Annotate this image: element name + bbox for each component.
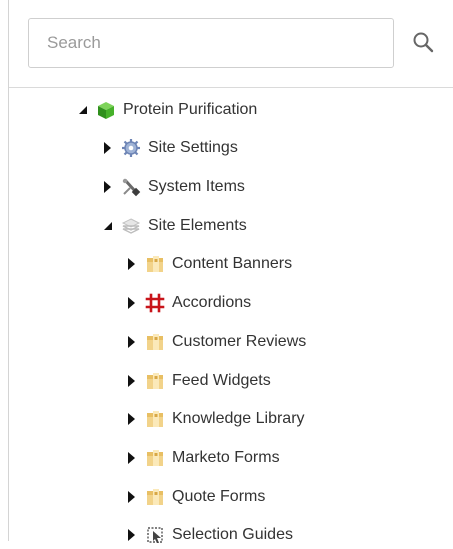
folder-icon	[147, 489, 163, 505]
tree-node-label: Customer Reviews	[172, 333, 307, 350]
tools-icon	[122, 178, 141, 197]
tree-node-label: Selection Guides	[172, 526, 293, 543]
collapse-toggle[interactable]	[125, 257, 139, 271]
collapse-toggle[interactable]	[101, 141, 115, 155]
tree-node-label: Site Elements	[148, 217, 247, 234]
tree-node-feed-widgets[interactable]: Feed Widgets	[125, 367, 271, 395]
tree-node-site-settings[interactable]: Site Settings	[101, 134, 238, 162]
collapse-toggle[interactable]	[125, 296, 139, 310]
tree-node-knowledge-library[interactable]: Knowledge Library	[125, 405, 305, 433]
expand-toggle[interactable]	[76, 103, 90, 117]
tree-node-system-items[interactable]: System Items	[101, 173, 245, 201]
content-tree: Protein Purification Site Settings Syste…	[0, 88, 453, 543]
collapse-toggle[interactable]	[101, 180, 115, 194]
tree-node-label: Quote Forms	[172, 488, 266, 505]
tree-node-label: Feed Widgets	[172, 372, 271, 389]
tree-node-label: System Items	[148, 178, 245, 195]
collapse-toggle[interactable]	[125, 374, 139, 388]
search-area	[0, 0, 453, 90]
tree-node-quote-forms[interactable]: Quote Forms	[125, 483, 265, 511]
red-grid-icon	[145, 293, 165, 313]
gear-icon	[122, 139, 140, 157]
tree-node-label: Protein Purification	[123, 101, 258, 118]
tree-node-selection-guides[interactable]: Selection Guides	[125, 521, 293, 549]
folder-icon	[147, 450, 163, 466]
folder-icon	[147, 373, 163, 389]
selection-guide-icon	[147, 527, 163, 543]
tree-node-content-banners[interactable]: Content Banners	[125, 250, 292, 278]
tree-node-protein-purification[interactable]: Protein Purification	[76, 96, 257, 124]
tree-node-accordions[interactable]: Accordions	[125, 289, 251, 317]
tree-node-label: Content Banners	[172, 255, 293, 272]
green-cube-icon	[98, 102, 114, 119]
tree-node-marketo-forms[interactable]: Marketo Forms	[125, 444, 280, 472]
collapse-toggle[interactable]	[125, 412, 139, 426]
search-icon	[413, 32, 434, 53]
collapse-toggle[interactable]	[125, 490, 139, 504]
tree-node-site-elements[interactable]: Site Elements	[101, 212, 247, 240]
expand-toggle[interactable]	[101, 219, 115, 233]
tree-node-label: Knowledge Library	[172, 410, 305, 427]
tree-node-label: Accordions	[172, 294, 252, 311]
tree-node-label: Marketo Forms	[172, 449, 280, 466]
search-button[interactable]	[411, 30, 437, 56]
collapse-toggle[interactable]	[125, 451, 139, 465]
folder-icon	[147, 334, 163, 350]
collapse-toggle[interactable]	[125, 335, 139, 349]
tree-node-customer-reviews[interactable]: Customer Reviews	[125, 328, 306, 356]
tree-node-label: Site Settings	[148, 139, 238, 156]
collapse-toggle[interactable]	[125, 528, 139, 542]
stacked-sheets-icon	[121, 218, 141, 234]
search-input[interactable]	[28, 18, 394, 68]
folder-icon	[147, 256, 163, 272]
folder-icon	[147, 411, 163, 427]
